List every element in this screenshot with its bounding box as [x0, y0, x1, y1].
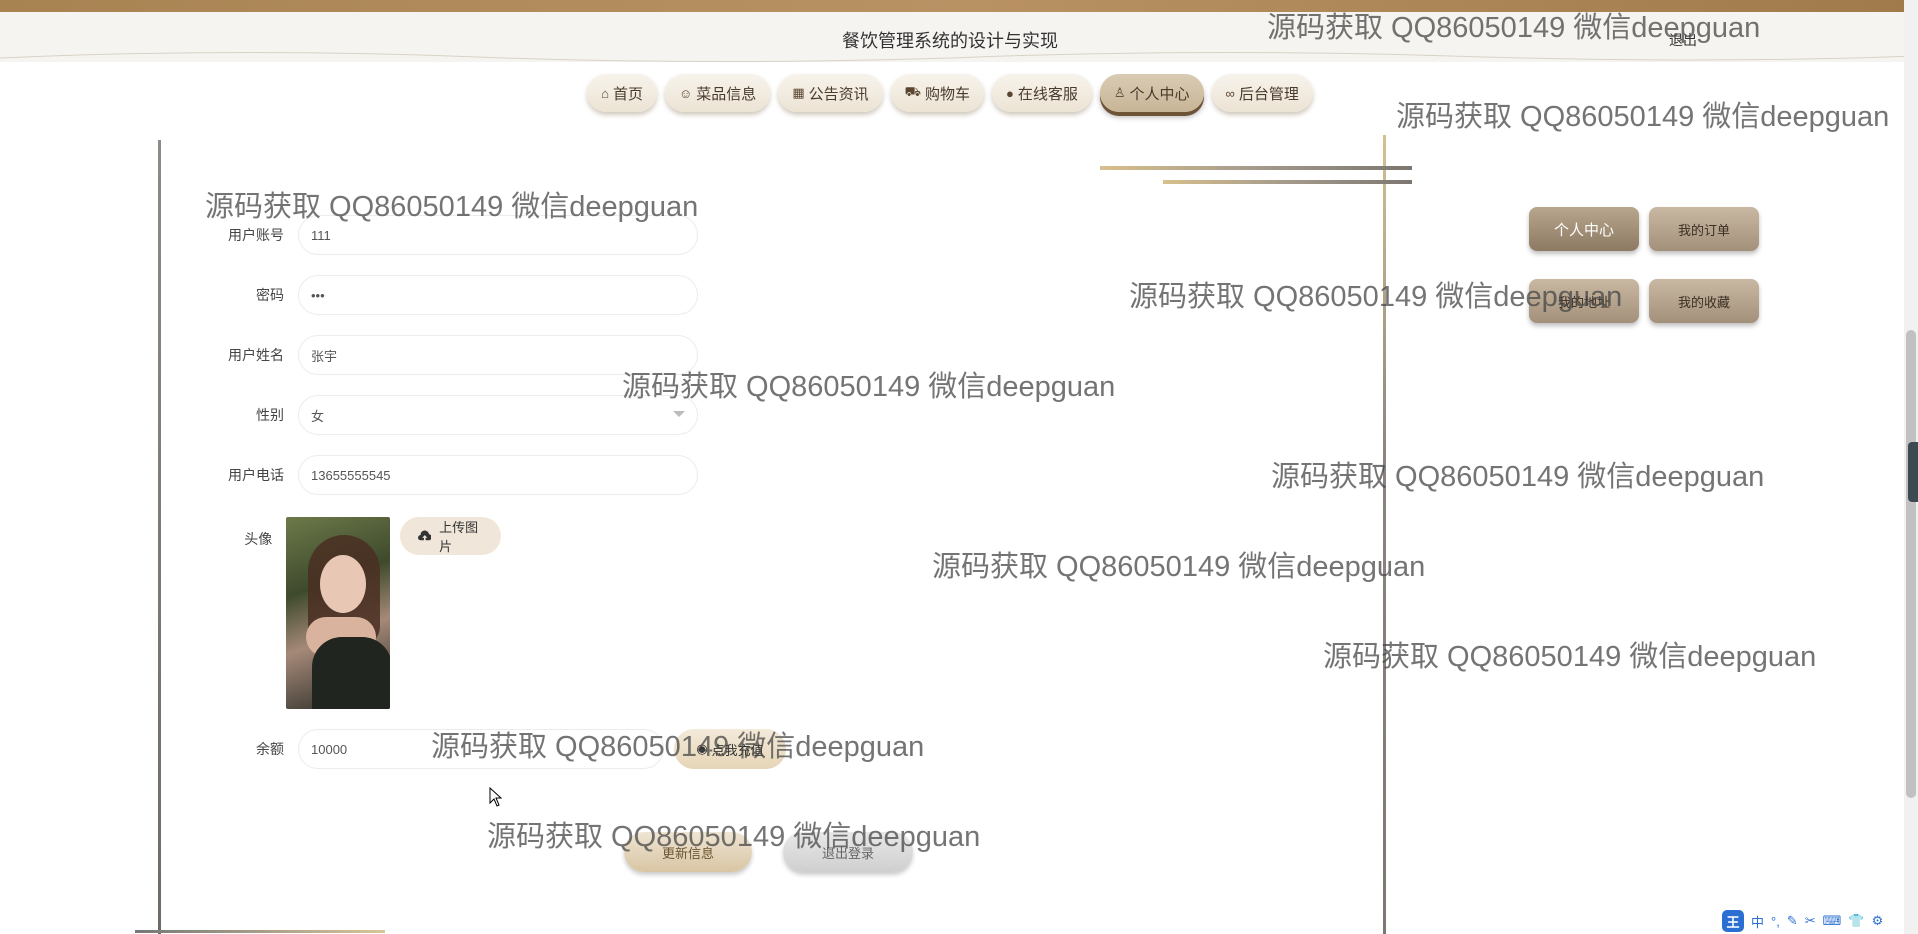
phone-label: 用户电话 [228, 467, 284, 483]
bottom-accent-line [135, 930, 385, 933]
name-label: 用户姓名 [228, 347, 284, 363]
recharge-button[interactable]: ◉ 点我充值 [674, 729, 786, 769]
chevron-down-icon [673, 411, 685, 417]
nav-cart[interactable]: ⛟ 购物车 [890, 74, 984, 112]
nav-label: 购物车 [924, 85, 970, 103]
ime-logo-icon[interactable]: 王 [1722, 910, 1744, 932]
balance-input[interactable]: 10000 [298, 729, 664, 769]
cart-icon: ⛟ [904, 84, 921, 99]
watermark: 源码获取 QQ86050149 微信deepguan [1323, 641, 1817, 673]
ime-item[interactable]: 👕 [1848, 913, 1864, 929]
side-menu-orders[interactable]: 我的订单 [1649, 207, 1759, 251]
nav-label: 个人中心 [1129, 85, 1190, 103]
nav-dishes[interactable]: ☺ 菜品信息 [665, 74, 771, 112]
nav-label: 在线客服 [1017, 85, 1078, 103]
logout-button[interactable]: 退出登录 [783, 832, 913, 872]
phone-input[interactable]: 13655555545 [298, 455, 698, 495]
chat-icon: ● [1006, 85, 1014, 101]
nav-service[interactable]: ● 在线客服 [992, 74, 1092, 112]
decor-line-top [1100, 166, 1412, 170]
account-label: 用户账号 [228, 227, 284, 243]
home-icon: ⌂ [601, 85, 609, 101]
avatar-face [320, 555, 367, 613]
password-input[interactable]: ••• [298, 275, 698, 315]
nav-label: 公告资讯 [808, 85, 869, 103]
scrollbar-thumb[interactable] [1906, 330, 1916, 798]
user-icon: ♙ [1113, 85, 1126, 100]
link-icon: ∞ [1225, 85, 1235, 101]
top-accent-strip [0, 0, 1918, 12]
nav-home[interactable]: ⌂ 首页 [587, 74, 658, 112]
side-menu-address[interactable]: 我的地址 [1529, 279, 1639, 323]
header-logout-link[interactable]: 退出 [1669, 30, 1697, 50]
balance-row: 余额 10000 ◉ 点我充值 [200, 729, 786, 769]
side-menu-favorites[interactable]: 我的收藏 [1649, 279, 1759, 323]
name-row: 用户姓名 张宇 [200, 335, 698, 375]
center-divider-line [1383, 135, 1386, 934]
watermark: 源码获取 QQ86050149 微信deepguan [932, 551, 1426, 583]
ime-toolbar: 王 中 °, ✎ ✂ ⌨ 👕 ⚙ [1722, 910, 1883, 932]
avatar-label: 头像 [244, 531, 273, 547]
nav-label: 菜品信息 [696, 85, 757, 103]
avatar-image [286, 517, 390, 709]
nav-admin[interactable]: ∞ 后台管理 [1211, 74, 1313, 112]
gift-icon: ▦ [792, 85, 805, 100]
password-row: 密码 ••• [200, 275, 698, 315]
recharge-label: 点我充值 [711, 742, 764, 758]
update-info-button[interactable]: 更新信息 [624, 832, 752, 872]
dish-icon: ☺ [679, 85, 693, 101]
gender-row: 性别 女 [200, 395, 698, 435]
nav-label: 后台管理 [1238, 85, 1299, 103]
ime-item[interactable]: ⚙ [1872, 913, 1884, 929]
phone-row: 用户电话 13655555545 [200, 455, 698, 495]
ime-item[interactable]: °, [1771, 914, 1780, 929]
nav-label: 首页 [613, 85, 644, 103]
password-label: 密码 [256, 287, 284, 303]
avatar-row: 头像 上传图片 [200, 517, 501, 709]
nav-profile[interactable]: ♙ 个人中心 [1099, 74, 1204, 112]
ime-item[interactable]: 中 [1751, 912, 1764, 931]
decor-line-bottom [1163, 180, 1412, 184]
ime-item[interactable]: ⌨ [1823, 913, 1842, 929]
avatar-body [312, 637, 390, 709]
name-input[interactable]: 张宇 [298, 335, 698, 375]
account-input[interactable]: 111 [298, 215, 698, 255]
gender-value: 女 [311, 408, 325, 424]
site-title: 餐饮管理系统的设计与实现 [842, 31, 1058, 51]
floating-side-tab[interactable] [1908, 442, 1918, 502]
upload-label: 上传图片 [439, 520, 479, 554]
upload-image-button[interactable]: 上传图片 [399, 517, 501, 555]
cloud-upload-icon [417, 530, 432, 542]
gender-label: 性别 [256, 407, 284, 423]
coin-icon: ◉ [696, 741, 708, 756]
main-nav: ⌂ 首页 ☺ 菜品信息 ▦ 公告资讯 ⛟ 购物车 ● 在线客服 ♙ 个人中心 ∞… [0, 74, 1900, 112]
watermark: 源码获取 QQ86050149 微信deepguan [1271, 461, 1765, 493]
left-border-line [158, 140, 161, 934]
ime-item[interactable]: ✎ [1787, 913, 1798, 929]
side-menu-profile[interactable]: 个人中心 [1529, 207, 1639, 251]
gender-select[interactable]: 女 [298, 395, 698, 435]
account-row: 用户账号 111 [200, 215, 698, 255]
balance-label: 余额 [256, 741, 284, 757]
ime-item[interactable]: ✂ [1805, 913, 1816, 929]
nav-news[interactable]: ▦ 公告资讯 [778, 74, 883, 112]
